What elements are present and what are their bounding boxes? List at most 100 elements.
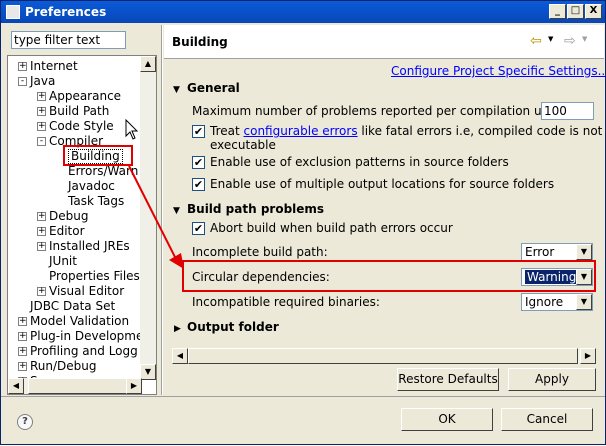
expand-icon[interactable]: + — [37, 242, 46, 251]
max-problems-label: Maximum number of problems reported per … — [192, 104, 562, 118]
scroll-right-arrow-icon[interactable]: ▶ — [580, 348, 596, 364]
treat-errors-checkbox[interactable]: ✔ — [192, 125, 205, 138]
cancel-button[interactable]: Cancel — [501, 408, 593, 431]
expand-icon[interactable]: + — [37, 122, 46, 131]
tree-item[interactable]: + Visual Editor — [8, 284, 142, 299]
configurable-errors-link[interactable]: configurable errors — [244, 124, 358, 138]
collapse-icon[interactable]: - — [18, 77, 27, 86]
tree-item[interactable]: + Code Style — [8, 119, 142, 134]
expand-icon[interactable]: + — [37, 227, 46, 236]
scroll-thumb[interactable] — [28, 378, 128, 394]
tree-vertical-scrollbar[interactable]: ▲ ▼ — [140, 56, 156, 380]
output-folder-expand-icon[interactable]: ▶ — [174, 324, 181, 334]
tree-item-label: JUnit — [49, 254, 77, 268]
tree-item-label: JDBC Data Set — [30, 299, 116, 313]
tree-item[interactable]: + Plug-in Developme — [8, 329, 143, 344]
tree-item[interactable]: Errors/Warn — [8, 164, 142, 179]
scroll-left-arrow-icon[interactable]: ◀ — [172, 348, 188, 364]
abort-build-checkbox[interactable]: ✔ — [192, 222, 205, 235]
treat-errors-label: Treat configurable errors like fatal err… — [210, 124, 603, 138]
scroll-right-arrow-icon[interactable]: ▶ — [126, 378, 142, 394]
restore-defaults-button[interactable]: Restore Defaults — [397, 368, 499, 391]
back-arrow-icon[interactable]: ⇦ — [530, 33, 542, 49]
tree-item-label: Internet — [30, 59, 78, 73]
tree-item[interactable]: Properties Files — [8, 269, 142, 284]
tree-item-label: Profiling and Logg — [30, 344, 138, 358]
tree-item[interactable]: + Installed JREs — [8, 239, 142, 254]
pane-divider[interactable] — [161, 25, 163, 395]
abort-build-label: Abort build when build path errors occur — [210, 221, 453, 235]
tree-item[interactable]: + Model Validation — [8, 314, 142, 329]
incompatible-binaries-select[interactable]: Ignore ▼ — [521, 293, 593, 311]
scroll-thumb[interactable] — [188, 348, 578, 364]
building-settings: Configure Project Specific Settings... ▼… — [164, 60, 606, 370]
tree-item-label: Appearance — [49, 89, 122, 103]
expand-icon[interactable]: + — [37, 287, 46, 296]
tree-item[interactable]: JUnit — [8, 254, 142, 269]
back-dropdown-icon[interactable]: ▼ — [548, 35, 553, 43]
left-pane: +Internet-Java+Appearance+Build Path+Cod… — [7, 29, 158, 395]
apply-button[interactable]: Apply — [508, 368, 596, 391]
scroll-down-arrow-icon[interactable]: ▼ — [140, 364, 156, 380]
tree-item-label: Model Validation — [30, 314, 130, 328]
forward-dropdown-icon[interactable]: ▼ — [582, 35, 587, 43]
annotation-highlight-circular — [182, 260, 596, 292]
expand-icon[interactable]: + — [37, 212, 46, 221]
build-path-collapse-icon[interactable]: ▼ — [173, 206, 180, 216]
tree-item[interactable]: Task Tags — [8, 194, 142, 209]
expand-icon[interactable]: + — [18, 347, 27, 356]
build-path-section-header[interactable]: Build path problems — [187, 202, 324, 216]
annotation-highlight-building — [63, 145, 133, 166]
tree-item[interactable]: Javadoc — [8, 179, 142, 194]
expand-icon[interactable]: + — [37, 92, 46, 101]
tree-item-label: Run/Debug — [30, 359, 97, 373]
dropdown-arrow-icon[interactable]: ▼ — [576, 244, 592, 260]
tree-item[interactable]: - Java — [8, 74, 142, 89]
window-title: Preferences — [25, 5, 107, 19]
tree-item-label: Installed JREs — [49, 239, 130, 253]
multiple-output-label: Enable use of multiple output locations … — [210, 177, 555, 191]
incompatible-binaries-label: Incompatible required binaries: — [192, 295, 380, 309]
tree-item[interactable]: + Debug — [8, 209, 142, 224]
minimize-button[interactable]: _ — [549, 4, 566, 19]
tree-item[interactable]: + Build Path — [8, 104, 142, 119]
page-header: Building ⇦ ▼ ⇨ ▼ — [164, 25, 604, 59]
preferences-window: Preferences _ □ X +Internet-Java+Appeara… — [0, 0, 606, 445]
tree-item[interactable]: + Profiling and Logg — [8, 344, 142, 359]
tree-horizontal-scrollbar[interactable]: ◀ ▶ — [8, 378, 142, 394]
help-icon[interactable]: ? — [17, 414, 33, 430]
mouse-cursor-icon — [125, 119, 139, 140]
exclusion-patterns-label: Enable use of exclusion patterns in sour… — [210, 155, 509, 169]
tree-item[interactable]: + Internet — [8, 59, 142, 74]
maximize-button[interactable]: □ — [567, 4, 584, 19]
dropdown-arrow-icon[interactable]: ▼ — [576, 294, 592, 310]
filter-input[interactable] — [11, 31, 126, 49]
ok-button[interactable]: OK — [401, 408, 493, 431]
tree-item[interactable]: + Run/Debug — [8, 359, 142, 374]
expand-icon[interactable]: + — [18, 317, 27, 326]
scroll-left-arrow-icon[interactable]: ◀ — [8, 378, 24, 394]
general-collapse-icon[interactable]: ▼ — [173, 85, 180, 95]
configure-project-link[interactable]: Configure Project Specific Settings... — [391, 64, 606, 78]
output-folder-section-header[interactable]: Output folder — [187, 320, 279, 334]
forward-arrow-icon[interactable]: ⇨ — [564, 33, 576, 49]
tree-item-label: Properties Files — [49, 269, 140, 283]
tree-item[interactable]: JDBC Data Set — [8, 299, 142, 314]
tree-item[interactable]: + Appearance — [8, 89, 142, 104]
exclusion-patterns-checkbox[interactable]: ✔ — [192, 156, 205, 169]
title-bar[interactable]: Preferences _ □ X — [1, 1, 605, 23]
tree-item-label: Code Style — [49, 119, 114, 133]
multiple-output-checkbox[interactable]: ✔ — [192, 178, 205, 191]
expand-icon[interactable]: + — [37, 107, 46, 116]
max-problems-input[interactable] — [541, 102, 594, 120]
content-horizontal-scrollbar[interactable]: ◀ ▶ — [172, 348, 596, 364]
expand-icon[interactable]: + — [18, 332, 27, 341]
expand-icon[interactable]: + — [18, 362, 27, 371]
expand-icon[interactable]: + — [18, 62, 27, 71]
close-button[interactable]: X — [585, 4, 602, 19]
scroll-up-arrow-icon[interactable]: ▲ — [140, 56, 156, 72]
general-section-header[interactable]: General — [187, 81, 240, 95]
tree-item[interactable]: + Editor — [8, 224, 142, 239]
collapse-icon[interactable]: - — [37, 137, 46, 146]
incomplete-build-path-select[interactable]: Error ▼ — [521, 243, 593, 261]
